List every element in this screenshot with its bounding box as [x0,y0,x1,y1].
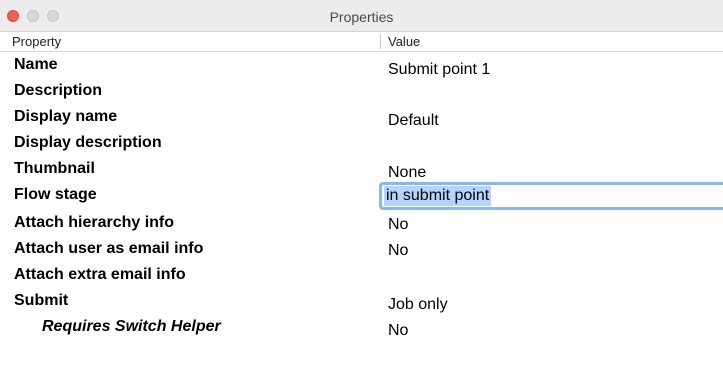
table-row-name[interactable]: Name Submit point 1 [0,52,723,78]
property-name: Flow stage [14,186,97,203]
window-title: Properties [329,9,394,25]
flow-stage-selected-text[interactable]: in submit point [384,186,492,206]
table-row-thumbnail[interactable]: Thumbnail None [0,156,723,182]
table-row-description[interactable]: Description [0,78,723,104]
property-name: Attach user as email info [14,240,204,257]
table-row-requires-switch-helper[interactable]: Requires Switch Helper No [0,312,723,340]
title-bar: Properties [0,0,723,32]
property-value[interactable]: Submit point 1 [388,61,490,79]
property-value[interactable]: No [388,322,408,340]
value-column-header[interactable]: Value [388,32,420,51]
property-name: Name [14,56,58,73]
properties-window: Properties Property Value Name Submit po… [0,0,723,372]
property-column-header[interactable]: Property [12,32,61,51]
table-row-attach-hierarchy-info[interactable]: Attach hierarchy info No [0,208,723,234]
table-row-submit[interactable]: Submit Job only [0,286,723,313]
property-name: Attach extra email info [14,266,186,283]
property-value[interactable]: Default [388,112,439,130]
flow-stage-edit-field[interactable]: in submit point [379,182,723,210]
table-row-display-description[interactable]: Display description [0,130,723,156]
property-name: Attach hierarchy info [14,214,175,231]
table-header: Property Value [0,32,723,52]
table-row-attach-user-as-email-info[interactable]: Attach user as email info No [0,234,723,260]
property-name: Thumbnail [14,160,95,177]
property-value[interactable]: No [388,242,408,260]
property-name: Requires Switch Helper [42,318,221,335]
property-name: Display description [14,134,162,151]
property-value[interactable]: None [388,164,426,182]
column-divider[interactable] [380,34,381,49]
property-value[interactable]: No [388,216,408,234]
table-row-display-name[interactable]: Display name Default [0,104,723,130]
property-name: Display name [14,108,118,125]
property-name: Submit [14,292,69,309]
table-row-attach-extra-email-info[interactable]: Attach extra email info [0,260,723,286]
property-name: Description [14,82,103,99]
